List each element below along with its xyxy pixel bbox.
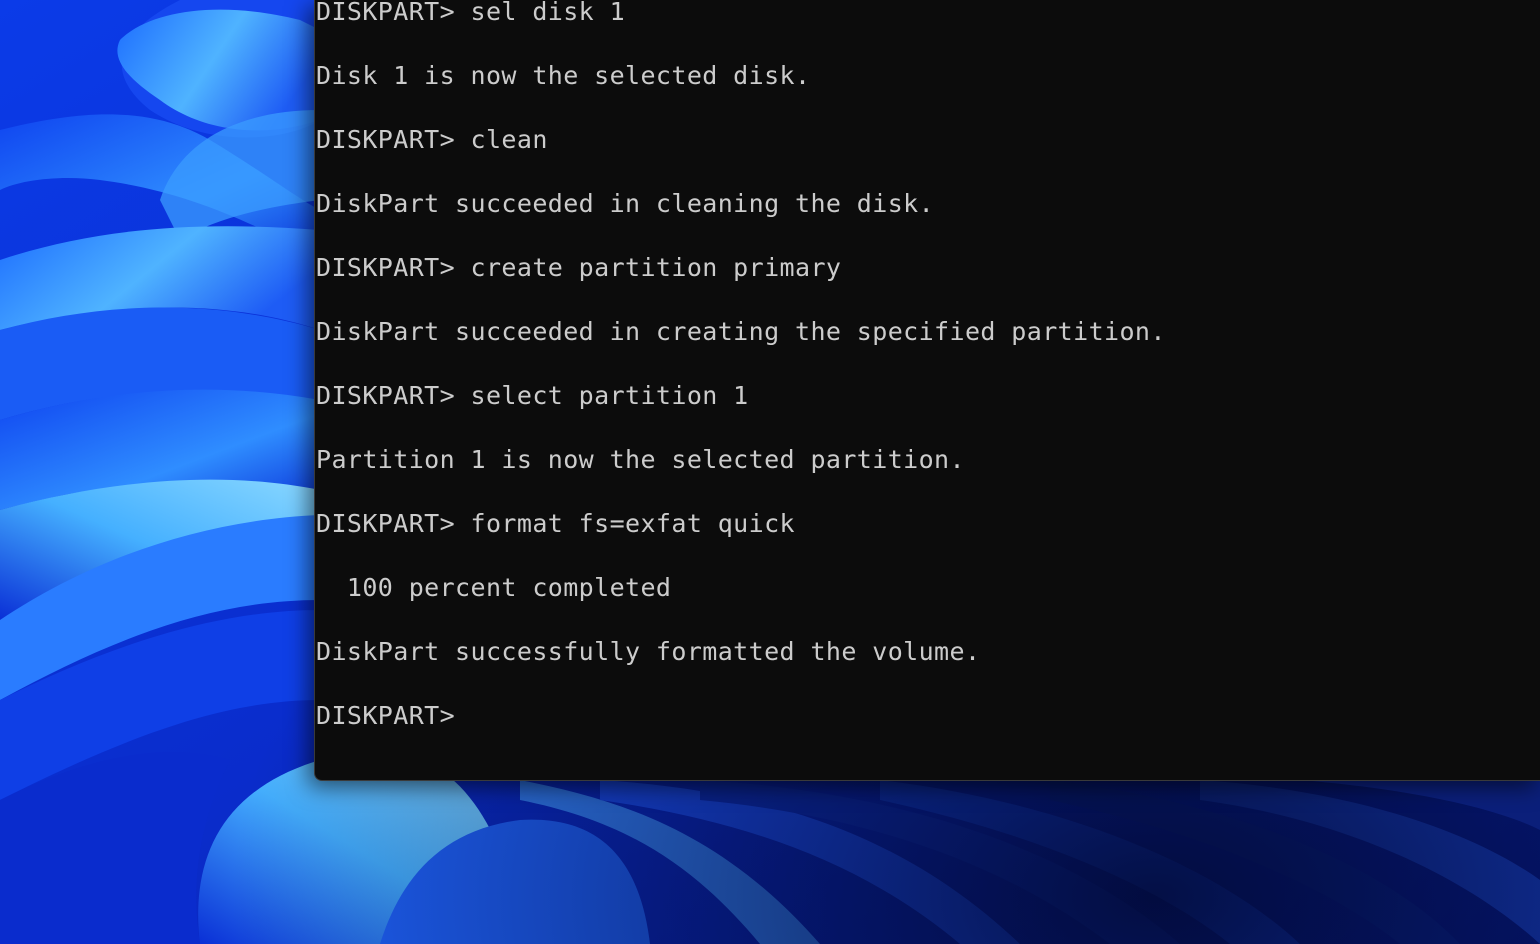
console-line: DISKPART> sel disk 1 — [316, 0, 626, 26]
console-line: DISKPART> format fs=exfat quick — [316, 509, 795, 538]
console-line: DiskPart successfully formatted the volu… — [316, 637, 981, 666]
console-output: DISKPART> sel disk 1 Disk 1 is now the s… — [316, 0, 1166, 748]
terminal-window[interactable]: DISKPART> sel disk 1 Disk 1 is now the s… — [314, 0, 1540, 781]
console-line: 100 percent completed — [316, 573, 672, 602]
console-line: Disk 1 is now the selected disk. — [316, 61, 811, 90]
console-line: Partition 1 is now the selected partitio… — [316, 445, 965, 474]
console-line: DISKPART> clean — [316, 125, 548, 154]
console-line: DiskPart succeeded in cleaning the disk. — [316, 189, 935, 218]
console-line: DISKPART> create partition primary — [316, 253, 842, 282]
console-line: DiskPart succeeded in creating the speci… — [316, 317, 1166, 346]
command-prompt-input[interactable]: DISKPART> — [316, 684, 1166, 748]
console-line: DISKPART> select partition 1 — [316, 381, 749, 410]
